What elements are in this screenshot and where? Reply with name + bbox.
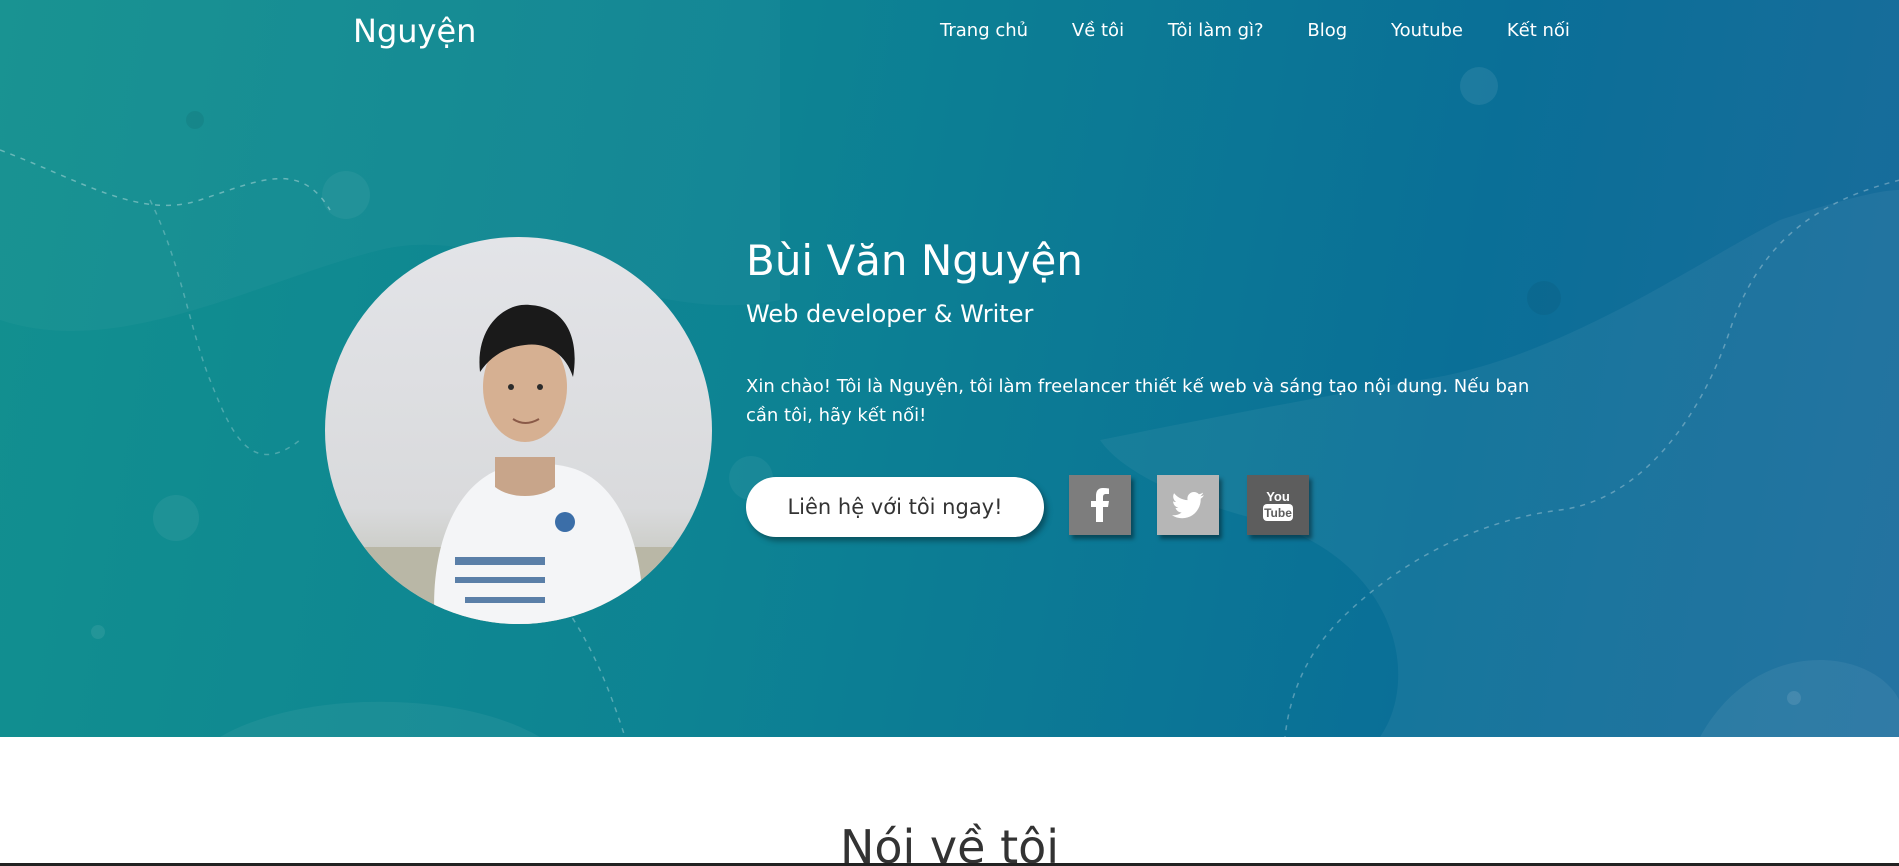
contact-button[interactable]: Liên hệ với tôi ngay! xyxy=(746,477,1044,537)
nav-item-ve-toi[interactable]: Về tôi xyxy=(1072,20,1124,41)
nav-item-trang-chu[interactable]: Trang chủ xyxy=(940,20,1028,41)
nav-item-youtube[interactable]: Youtube xyxy=(1391,20,1463,41)
main-nav: Trang chủ Về tôi Tôi làm gì? Blog Youtub… xyxy=(940,20,1570,41)
nav-item-blog[interactable]: Blog xyxy=(1307,20,1347,41)
twitter-icon xyxy=(1172,491,1204,518)
site-logo[interactable]: Nguyện xyxy=(353,12,476,50)
about-section-title: Nói về tôi xyxy=(839,820,1060,866)
nav-item-ket-noi[interactable]: Kết nối xyxy=(1507,20,1570,41)
facebook-icon xyxy=(1091,488,1109,522)
facebook-button[interactable] xyxy=(1069,475,1131,535)
nav-item-toi-lam-gi[interactable]: Tôi làm gì? xyxy=(1168,20,1264,41)
profile-role: Web developer & Writer xyxy=(746,300,1034,328)
profile-photo xyxy=(325,237,712,624)
youtube-icon: You Tube xyxy=(1263,489,1293,521)
hero-section: Nguyện Trang chủ Về tôi Tôi làm gì? Blog… xyxy=(0,0,1899,737)
svg-text:Tube: Tube xyxy=(1264,506,1292,520)
profile-intro: Xin chào! Tôi là Nguyện, tôi làm freelan… xyxy=(746,376,1530,426)
youtube-button[interactable]: You Tube xyxy=(1247,475,1309,535)
profile-name: Bùi Văn Nguyện xyxy=(746,236,1083,285)
twitter-button[interactable] xyxy=(1157,475,1219,535)
background-waves xyxy=(0,67,1899,737)
svg-text:You: You xyxy=(1266,489,1290,504)
